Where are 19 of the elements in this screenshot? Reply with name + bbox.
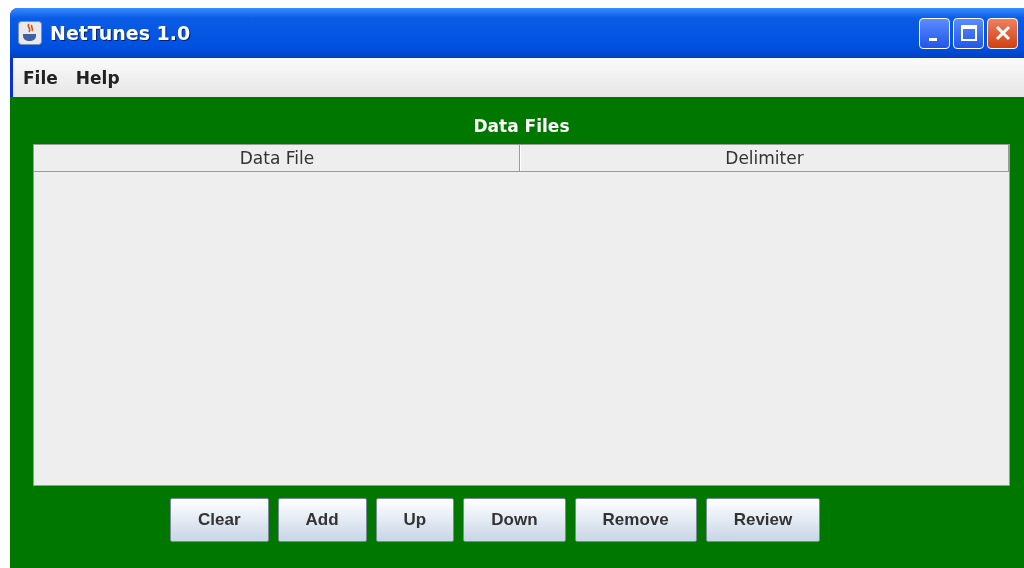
maximize-icon	[959, 24, 978, 42]
close-button[interactable]	[987, 17, 1018, 49]
column-header[interactable]: Data File	[34, 145, 520, 171]
action-button[interactable]: Down	[463, 498, 566, 542]
action-button[interactable]: Clear	[170, 498, 269, 542]
action-button[interactable]: Up	[375, 498, 455, 542]
cup-icon	[18, 21, 42, 45]
minimize-button[interactable]	[919, 17, 950, 49]
maximize-button[interactable]	[953, 17, 984, 49]
column-header[interactable]: Delimiter	[520, 145, 1009, 171]
action-button[interactable]: Add	[277, 498, 367, 542]
menu-item[interactable]: Help	[68, 65, 127, 90]
panel-title: Data Files	[472, 115, 571, 138]
menu-item[interactable]: File	[16, 65, 65, 90]
minimize-icon	[928, 37, 937, 41]
action-button[interactable]: Remove	[574, 498, 697, 542]
action-button[interactable]: Review	[705, 498, 821, 542]
close-icon	[993, 24, 1012, 42]
window-title: NetTunes 1.0	[50, 22, 191, 44]
